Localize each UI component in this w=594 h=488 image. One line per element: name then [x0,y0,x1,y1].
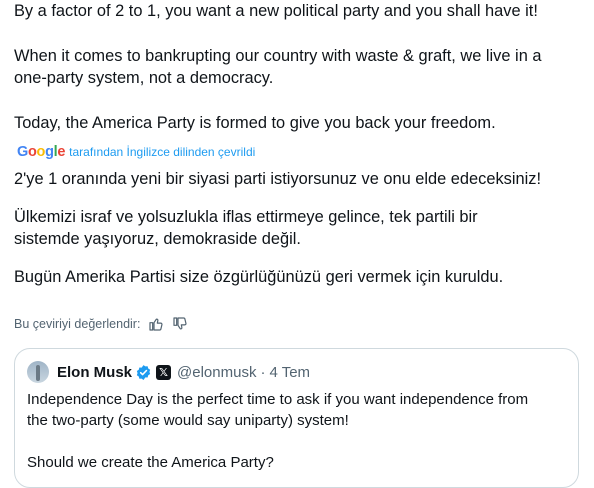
thumbs-down-icon[interactable] [172,316,188,332]
verified-badge-icon [135,364,152,381]
tweet-text: By a factor of 2 to 1, you want a new po… [14,0,589,134]
tweet-line: Today, the America Party is formed to gi… [14,113,496,132]
quote-line: Independence Day is the perfect time to … [27,391,529,408]
translation-label-link[interactable]: tarafından İngilizce dilinden çevrildi [69,145,255,159]
translation-line: sistemde yaşıyoruz, demokraside değil. [14,230,301,248]
quoted-tweet-header: Elon Musk 𝕏 @elonmusk · 4 Tem [27,361,310,383]
avatar[interactable] [27,361,49,383]
separator-dot: · [260,363,266,381]
rate-translation-label: Bu çeviriyi değerlendir: [14,317,141,331]
tweet-line: one-party system, not a democracy. [14,69,274,87]
quoted-tweet-card[interactable]: Elon Musk 𝕏 @elonmusk · 4 Tem Independen… [14,348,579,488]
quoted-tweet-body: Independence Day is the perfect time to … [27,389,567,473]
translation-line: Ülkemizi israf ve yolsuzlukla iflas etti… [14,207,478,226]
tweet-date[interactable]: 4 Tem [269,364,310,381]
tweet-line: By a factor of 2 to 1, you want a new po… [14,2,538,20]
author-name[interactable]: Elon Musk [57,364,132,381]
google-logo: Google [17,144,66,160]
tweet-line: When it comes to bankrupting our country… [14,46,542,65]
author-handle[interactable]: @elonmusk [177,364,256,381]
translation-line: 2'ye 1 oranında yeni bir siyasi parti is… [14,170,542,188]
thumbs-up-icon[interactable] [148,316,164,332]
translated-text: 2'ye 1 oranında yeni bir siyasi parti is… [14,168,589,288]
x-logo-icon: 𝕏 [156,364,172,380]
translation-line: Bugün Amerika Partisi size özgürlüğünüzü… [14,267,504,286]
translation-attribution: Google tarafından İngilizce dilinden çev… [17,144,255,160]
rate-translation-row: Bu çeviriyi değerlendir: [14,316,188,332]
quote-line: the two-party (some would say uniparty) … [27,412,349,429]
